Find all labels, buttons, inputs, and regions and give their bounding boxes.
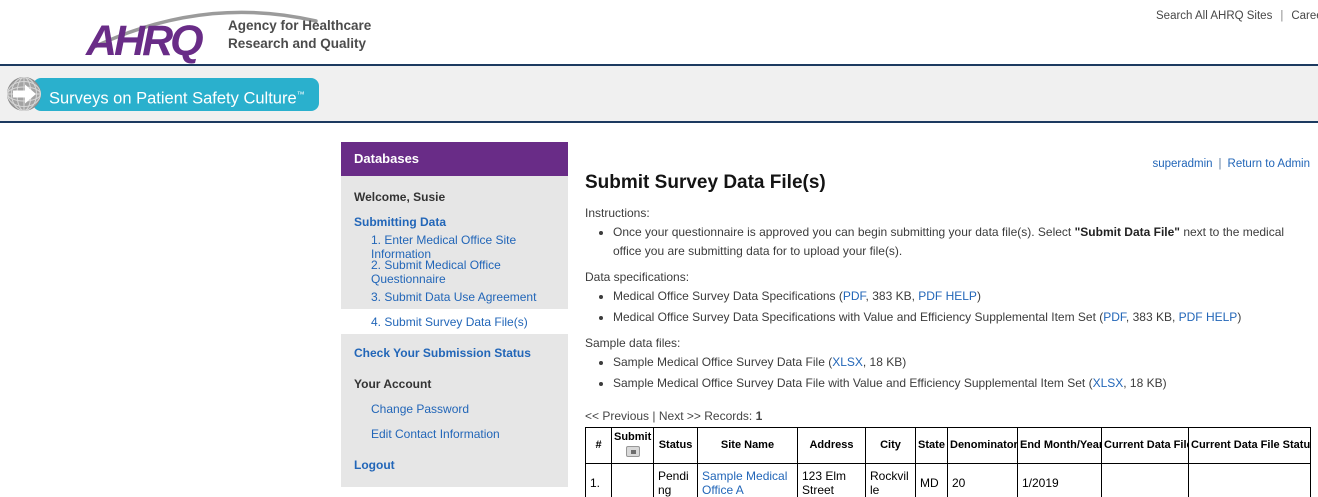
survey-data-table: # Submit Status Site Name Address City S…	[585, 427, 1311, 497]
col-header-address: Address	[798, 427, 866, 463]
pdf-link[interactable]: PDF	[843, 289, 866, 303]
cell-submit	[612, 463, 654, 497]
col-header-current-data-file: Current Data File	[1102, 427, 1189, 463]
sidebar-item-submit-survey-data-files[interactable]: 4. Submit Survey Data File(s)	[341, 309, 568, 334]
sidebar: Databases Welcome, Susie Submitting Data…	[341, 142, 568, 487]
table-header-row: # Submit Status Site Name Address City S…	[586, 427, 1311, 463]
cell-site-name: Sample Medical Office A	[698, 463, 798, 497]
sidebar-body: Welcome, Susie Submitting Data 1. Enter …	[341, 176, 568, 487]
cell-address: 123 Elm Street	[798, 463, 866, 497]
site-header: AHRQ Agency for Healthcare Research and …	[0, 0, 1318, 66]
records-label: Records:	[704, 409, 752, 423]
nav-separator: |	[1272, 10, 1291, 22]
col-header-city: City	[866, 427, 916, 463]
instructions-bullet: Once your questionnaire is approved you …	[613, 223, 1310, 260]
site-name-link[interactable]: Sample Medical Office A	[702, 469, 787, 497]
submit-data-file-emphasis: "Submit Data File"	[1075, 225, 1180, 239]
pdf-help-link[interactable]: PDF HELP	[1179, 310, 1238, 324]
careers-link[interactable]: Careers	[1291, 10, 1318, 22]
sample-files-list: Sample Medical Office Survey Data File (…	[613, 353, 1310, 392]
sops-banner[interactable]: Surveys on Patient Safety Culture™	[33, 78, 319, 111]
page-title: Submit Survey Data File(s)	[585, 172, 1310, 194]
cell-end-month-year: 1/2019	[1018, 463, 1102, 497]
table-row: 1. Pending Sample Medical Office A 123 E…	[586, 463, 1311, 497]
sidebar-item-logout[interactable]: Logout	[341, 452, 568, 477]
sidebar-item-edit-contact-information[interactable]: Edit Contact Information	[341, 421, 568, 446]
ahrq-logo-text: AHRQ	[85, 17, 203, 65]
mini-button-glyph	[631, 450, 636, 454]
agency-name: Agency for Healthcare Research and Quali…	[228, 17, 371, 52]
sidebar-item-submit-data-use-agreement[interactable]: 3. Submit Data Use Agreement	[341, 284, 568, 309]
sample-file-bullet: Sample Medical Office Survey Data File (…	[613, 353, 1310, 372]
cell-number: 1.	[586, 463, 612, 497]
col-header-state: State	[916, 427, 948, 463]
instructions-list: Once your questionnaire is approved you …	[613, 223, 1310, 260]
agency-name-line1: Agency for Healthcare	[228, 17, 371, 35]
pdf-link[interactable]: PDF	[1103, 310, 1126, 324]
col-header-current-data-file-status: Current Data File Status	[1189, 427, 1311, 463]
pagination-top: << Previous | Next >> Records: 1	[585, 409, 1310, 423]
banner-band: Surveys on Patient Safety Culture™	[0, 66, 1318, 123]
sidebar-item-enter-site-information[interactable]: 1. Enter Medical Office Site Information	[341, 234, 568, 259]
sample-files-label: Sample data files:	[585, 336, 1310, 350]
search-all-ahrq-sites-link[interactable]: Search All AHRQ Sites	[1156, 10, 1272, 22]
instructions-label: Instructions:	[585, 206, 1310, 220]
cell-current-data-file	[1102, 463, 1189, 497]
cell-status: Pending	[654, 463, 698, 497]
sidebar-item-check-submission-status[interactable]: Check Your Submission Status	[341, 340, 568, 365]
xlsx-link[interactable]: XLSX	[832, 355, 863, 369]
agency-name-line2: Research and Quality	[228, 35, 371, 53]
globe-arrow-icon	[4, 74, 45, 115]
sample-file-bullet: Sample Medical Office Survey Data File w…	[613, 374, 1310, 393]
data-specifications-list: Medical Office Survey Data Specification…	[613, 287, 1310, 326]
content-area: Databases Welcome, Susie Submitting Data…	[0, 123, 1318, 497]
col-header-denominator: Denominator	[948, 427, 1018, 463]
next-link[interactable]: Next >>	[659, 409, 701, 423]
sidebar-item-submitting-data[interactable]: Submitting Data	[341, 209, 568, 234]
return-to-admin-link[interactable]: Return to Admin	[1228, 158, 1310, 170]
pagination-separator: |	[652, 409, 655, 423]
col-header-site-name: Site Name	[698, 427, 798, 463]
trademark-symbol: ™	[297, 90, 305, 99]
top-nav: Search All AHRQ Sites|Careers|Contact Us	[1156, 10, 1318, 22]
records-count: 1	[756, 409, 763, 423]
previous-link[interactable]: << Previous	[585, 409, 649, 423]
data-spec-bullet: Medical Office Survey Data Specification…	[613, 287, 1310, 306]
cell-current-data-file-status	[1189, 463, 1311, 497]
data-spec-bullet: Medical Office Survey Data Specification…	[613, 308, 1310, 327]
welcome-text: Welcome, Susie	[341, 184, 568, 209]
submit-mini-button-icon[interactable]	[626, 446, 640, 457]
cell-state: MD	[916, 463, 948, 497]
cell-city: Rockville	[866, 463, 916, 497]
superadmin-link[interactable]: superadmin	[1152, 158, 1212, 170]
col-header-status: Status	[654, 427, 698, 463]
col-header-submit: Submit	[612, 427, 654, 463]
admin-bar: superadmin|Return to Admin	[585, 158, 1310, 170]
col-header-number: #	[586, 427, 612, 463]
sidebar-header: Databases	[341, 142, 568, 176]
data-specifications-label: Data specifications:	[585, 270, 1310, 284]
sidebar-item-submit-questionnaire[interactable]: 2. Submit Medical Office Questionnaire	[341, 259, 568, 284]
admin-separator: |	[1213, 158, 1228, 170]
xlsx-link[interactable]: XLSX	[1093, 376, 1124, 390]
pdf-help-link[interactable]: PDF HELP	[918, 289, 977, 303]
sops-banner-title: Surveys on Patient Safety Culture	[49, 90, 297, 108]
main-content: superadmin|Return to Admin Submit Survey…	[585, 142, 1310, 497]
page: { "header": { "logo_text": "AHRQ", "agen…	[0, 0, 1318, 497]
cell-denominator: 20	[948, 463, 1018, 497]
sidebar-section-your-account: Your Account	[341, 371, 568, 396]
sidebar-item-change-password[interactable]: Change Password	[341, 396, 568, 421]
col-header-end-month-year: End Month/Year	[1018, 427, 1102, 463]
